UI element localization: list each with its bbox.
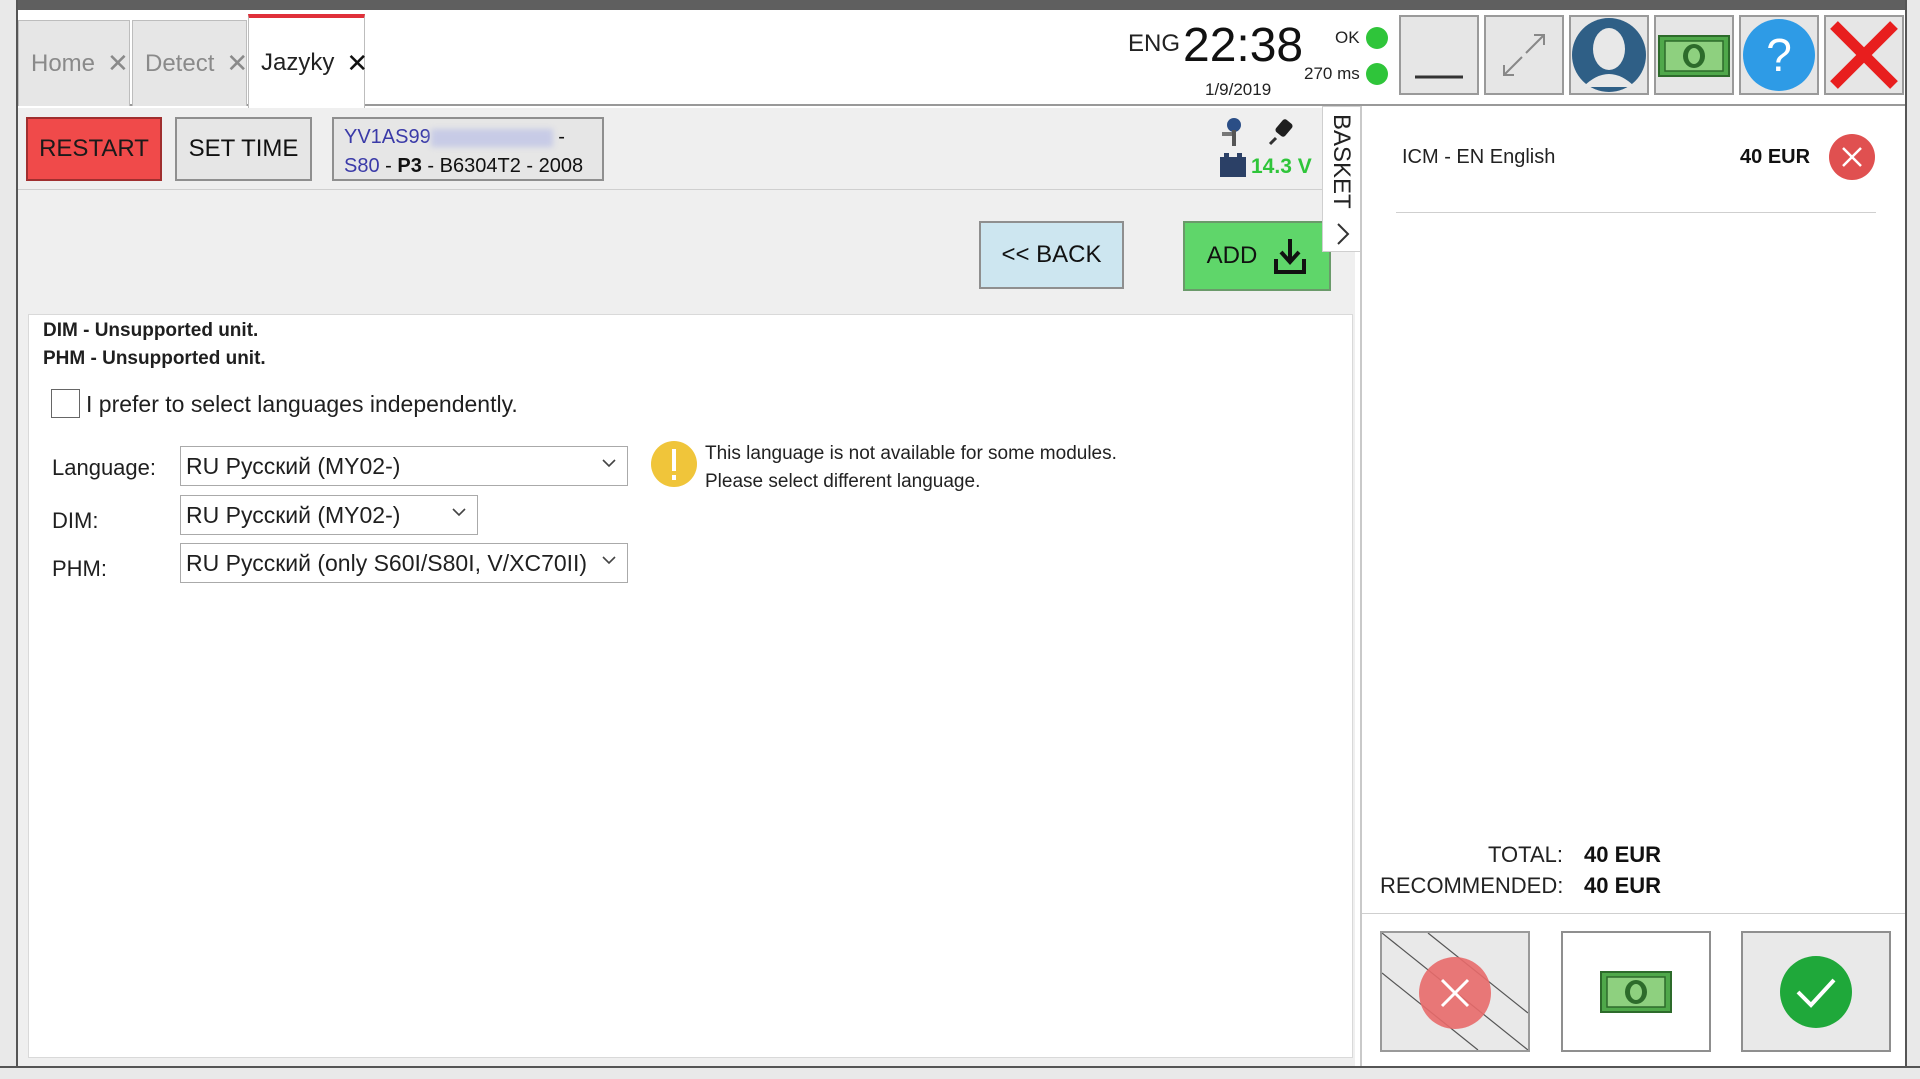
remove-item-button[interactable]: [1828, 133, 1876, 181]
confirm-button[interactable]: [1741, 931, 1891, 1052]
warning-line-1: This language is not available for some …: [705, 443, 1117, 464]
chevron-right-icon[interactable]: [1332, 220, 1354, 248]
back-button[interactable]: << BACK: [979, 221, 1124, 289]
add-button[interactable]: ADD: [1183, 221, 1331, 291]
checkmark-icon: [1780, 955, 1852, 1028]
clear-basket-icon: [1382, 933, 1528, 1050]
phm-label: PHM:: [52, 556, 107, 581]
clock-time: 22:38: [1183, 19, 1304, 72]
user-avatar-icon: [1572, 18, 1646, 92]
resize-icon: [1503, 34, 1545, 76]
chevron-down-icon: [602, 556, 616, 565]
basket-item-amount: 40: [1740, 146, 1763, 168]
window-right-border: [1905, 0, 1920, 1079]
chevron-down-icon: [602, 459, 616, 468]
tab-label: Detect: [145, 49, 215, 77]
phm-select-value: RU Русский (only S60I/S80I, V/XC70II): [186, 549, 588, 576]
money-icon: [1658, 35, 1730, 77]
tab-label: Home: [31, 49, 96, 77]
tab-label: Jazyky: [261, 49, 335, 76]
minimize-icon: [1415, 75, 1463, 79]
set-time-button[interactable]: SET TIME: [175, 117, 312, 181]
language-indicator: ENG: [1128, 30, 1181, 57]
separator: -: [385, 155, 392, 177]
download-icon: [1274, 239, 1307, 274]
money-icon: [1600, 970, 1672, 1013]
clear-basket-button[interactable]: [1380, 931, 1530, 1052]
resize-button[interactable]: [1484, 15, 1564, 95]
window-left-border: [0, 0, 18, 1079]
separator: -: [427, 155, 435, 177]
chevron-down-icon: [452, 508, 466, 517]
prefer-independent-checkbox[interactable]: [51, 389, 80, 418]
latency-status-dot: [1366, 63, 1388, 85]
dim-label: DIM:: [52, 508, 99, 533]
close-icon[interactable]: ✕: [107, 48, 129, 79]
basket-panel: [1360, 106, 1905, 1066]
message-dim-unsupported: DIM - Unsupported unit.: [43, 320, 259, 341]
battery-icon: [1220, 153, 1246, 177]
vin-prefix: YV1AS99: [344, 126, 431, 148]
tab-jazyky[interactable]: Jazyky ✕: [248, 14, 368, 108]
basket-divider: [1396, 212, 1876, 213]
tab-detect[interactable]: Detect ✕: [132, 20, 248, 106]
vehicle-engine: B6304T2: [439, 155, 521, 177]
vin-separator: -: [558, 126, 565, 148]
clock-date: 1/9/2019: [1205, 80, 1272, 99]
phm-select[interactable]: RU Русский (only S60I/S80I, V/XC70II): [180, 543, 628, 583]
help-icon: ?: [1743, 19, 1815, 91]
vehicle-info-box[interactable]: YV1AS99 - S80 - P3 - B6304T2 - 2008: [332, 117, 604, 181]
close-icon: [1830, 21, 1898, 89]
dim-select-value: RU Русский (MY02-): [186, 501, 401, 528]
payment-button[interactable]: [1654, 15, 1734, 95]
basket-item-price: 40 EUR: [1740, 146, 1810, 169]
total-value: 40 EUR: [1584, 842, 1662, 867]
battery-voltage: 14.3 V: [1251, 155, 1312, 178]
vehicle-model: S80: [344, 155, 380, 177]
message-phm-unsupported: PHM - Unsupported unit.: [43, 348, 266, 369]
vehicle-platform: P3: [397, 155, 422, 177]
basket-tab-label: BASKET: [1328, 113, 1355, 209]
close-icon[interactable]: ✕: [346, 48, 368, 79]
prefer-independent-label[interactable]: I prefer to select languages independent…: [86, 391, 518, 418]
recommended-label: RECOMMENDED:: [1380, 873, 1564, 898]
close-app-button[interactable]: [1824, 15, 1904, 95]
basket-item-name: ICM - EN English: [1402, 146, 1556, 168]
connection-status: OK: [1335, 28, 1360, 47]
window-top-border: [0, 0, 1920, 10]
warning-message: This language is not available for some …: [705, 440, 1117, 496]
language-select[interactable]: RU Русский (MY02-): [180, 446, 628, 486]
pay-button[interactable]: [1561, 931, 1711, 1052]
tab-home[interactable]: Home ✕: [18, 20, 130, 106]
language-select-value: RU Русский (MY02-): [186, 452, 401, 479]
connection-status-dot: [1366, 27, 1388, 49]
language-label: Language:: [52, 455, 156, 480]
warning-icon: [651, 441, 697, 487]
warning-line-2: Please select different language.: [705, 471, 981, 492]
latency-value: 270 ms: [1304, 64, 1360, 83]
recommended-value: 40 EUR: [1584, 873, 1662, 898]
help-button[interactable]: ?: [1739, 15, 1819, 95]
close-icon[interactable]: ✕: [226, 48, 248, 79]
total-label: TOTAL:: [1488, 842, 1563, 867]
obd-connector-icon: [1268, 119, 1293, 146]
basket-footer-divider: [1362, 913, 1905, 914]
svg-text:?: ?: [1766, 29, 1792, 81]
user-profile-button[interactable]: [1569, 15, 1649, 95]
back-button-label: << BACK: [1001, 241, 1102, 268]
minimize-button[interactable]: [1399, 15, 1479, 95]
dim-select[interactable]: RU Русский (MY02-): [180, 495, 478, 535]
vin-redacted: [430, 128, 553, 147]
basket-item-currency: EUR: [1767, 146, 1811, 168]
window-bottom-border: [0, 1066, 1920, 1079]
add-button-label: ADD: [1206, 242, 1258, 269]
language-selection-content: [28, 314, 1353, 1058]
vehicle-year: 2008: [538, 155, 584, 177]
restart-button[interactable]: RESTART: [26, 117, 162, 181]
ignition-key-icon: [1222, 118, 1241, 146]
separator: -: [526, 155, 534, 177]
